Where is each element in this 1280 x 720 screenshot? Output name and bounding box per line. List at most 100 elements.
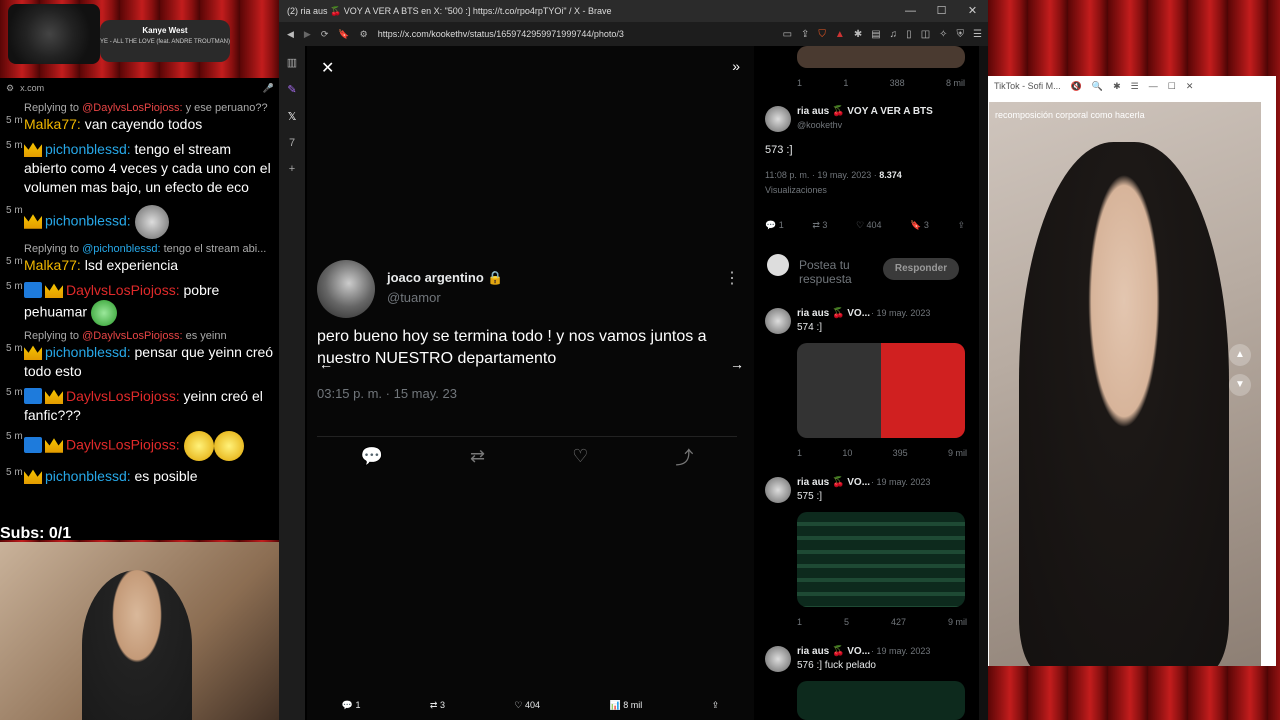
tiktok-video[interactable]: recomposición corporal como hacerla ▲ ▼ xyxy=(989,102,1261,666)
panel-icon[interactable]: ▥ xyxy=(287,56,297,69)
crown-icon xyxy=(45,389,63,404)
back-icon[interactable]: ◀ xyxy=(287,29,294,40)
window-title: (2) ria aus 🍒 VOY A VER A BTS en X: "500… xyxy=(287,5,612,16)
minimize-icon[interactable]: — xyxy=(895,0,926,22)
maximize-icon[interactable]: ☐ xyxy=(926,0,957,22)
reply-context: Replying to @DaylvsLosPiojoss: es yeinn xyxy=(24,330,227,342)
settings-icon[interactable]: ⚙ xyxy=(6,83,14,94)
post-date: · 19 may. 2023 xyxy=(871,477,931,487)
share-icon[interactable]: ⇪ xyxy=(801,29,809,40)
forward-icon[interactable]: ▶ xyxy=(304,29,311,40)
site-settings-icon[interactable]: ⚙ xyxy=(360,29,368,40)
like-button[interactable]: ♡ 404 xyxy=(856,220,882,231)
extension-icon[interactable]: ✱ xyxy=(1113,81,1121,92)
bookmark-icon[interactable]: 🔖 xyxy=(338,29,349,40)
chat-message: 5 m DaylvsLosPiojoss: yeinn creó el fanfi… xyxy=(6,387,263,424)
photo-stats-bar: 💬 1 ⇄ 3 ♡ 404 📊 8 mil ⇪ xyxy=(307,690,754,720)
chat-message: 5 m Malka77: lsd experiencia xyxy=(6,256,179,274)
media-thumbnail[interactable] xyxy=(797,512,965,607)
post-stats: 1 1 388 8 mil xyxy=(797,78,965,88)
menu-icon[interactable]: ☰ xyxy=(1131,81,1139,92)
tweet-actions: 💬 ⇄ ♡ ⤴ xyxy=(317,436,737,476)
lock-icon: 🔒 xyxy=(487,270,504,285)
media-thumbnail[interactable] xyxy=(797,46,965,68)
chat-url-bar: ⚙ x.com 🎤 xyxy=(6,78,274,98)
ai-icon[interactable]: ✧ xyxy=(939,29,947,40)
previous-photo-icon[interactable]: ← xyxy=(319,356,333,372)
prime-icon xyxy=(24,436,42,453)
7tv-icon[interactable]: 7 xyxy=(289,137,295,149)
crown-icon xyxy=(45,438,63,453)
retweet-button[interactable]: ⇄ 3 xyxy=(430,700,445,711)
expand-icon[interactable]: » xyxy=(732,58,740,74)
post-text: 573 :] xyxy=(765,144,793,156)
more-icon: ⋮ xyxy=(724,270,740,287)
author-handle: @kookethv xyxy=(797,120,843,130)
emote-icon xyxy=(134,205,169,239)
display-name: joaco argentino 🔒 xyxy=(387,270,504,285)
chat-username: pichonblessd: xyxy=(45,344,131,360)
media-thumbnail[interactable] xyxy=(797,343,965,438)
chat-username: Malka77: xyxy=(24,116,81,132)
bookmark-button[interactable]: 🔖 3 xyxy=(910,220,929,231)
post-stats: 1 10 395 9 mil xyxy=(797,448,967,458)
chat-message: 5 m Malka77: van cayendo todos xyxy=(6,115,203,133)
reply-button[interactable]: 💬 1 xyxy=(765,220,784,231)
wallet-icon[interactable]: ◫ xyxy=(921,29,930,40)
mute-icon[interactable]: 🔇 xyxy=(1071,81,1082,92)
share-button[interactable]: ⇪ xyxy=(957,220,965,231)
cast-icon[interactable]: ▭ xyxy=(783,29,792,40)
like-button[interactable]: ♡ 404 xyxy=(514,700,540,711)
media-thumbnail[interactable] xyxy=(797,681,965,720)
emote-icon xyxy=(213,431,244,461)
tiktok-search[interactable]: recomposición corporal como hacerla xyxy=(995,110,1205,128)
extensions-icon[interactable]: ✱ xyxy=(854,29,862,40)
reply-input[interactable]: Postea tu respuesta xyxy=(799,258,879,286)
thread-post: ria aus 🍒 VO... · 19 may. 2023 575 :] xyxy=(765,477,969,507)
leo-icon[interactable]: ✎ xyxy=(287,83,296,96)
close-icon[interactable]: ✕ xyxy=(1186,81,1194,92)
title-bar: (2) ria aus 🍒 VOY A VER A BTS en X: "500… xyxy=(279,0,988,22)
author-name: ria aus 🍒 VOY A VER A BTS xyxy=(797,106,933,117)
retweet-icon: ⇄ xyxy=(470,446,486,466)
subs-counter: Subs: 0/1 xyxy=(0,525,72,542)
minimize-icon[interactable]: — xyxy=(1149,81,1158,91)
url-field[interactable]: https://x.com/kookethv/status/1659742959… xyxy=(378,29,624,39)
chat-message: 5 m DaylvsLosPiojoss: xyxy=(6,431,274,461)
sidebar-icon[interactable]: ▯ xyxy=(906,29,912,40)
retweet-button[interactable]: ⇄ 3 xyxy=(812,220,827,231)
reply-context: Replying to @pichonblessd: tengo el stre… xyxy=(24,243,267,255)
media-icon[interactable]: ♫ xyxy=(890,29,898,40)
chat-url: x.com xyxy=(20,83,45,93)
next-video-icon[interactable]: ▼ xyxy=(1229,374,1251,396)
tabs-icon[interactable]: ▤ xyxy=(871,29,880,40)
close-icon[interactable]: ✕ xyxy=(957,0,988,22)
tweet-text: pero bueno hoy se termina todo ! y nos v… xyxy=(317,328,707,367)
views-button[interactable]: 📊 8 mil xyxy=(609,700,642,711)
maximize-icon[interactable]: ☐ xyxy=(1168,81,1176,92)
next-photo-icon[interactable]: → xyxy=(730,356,744,372)
reply-submit-button[interactable]: Responder xyxy=(883,258,959,280)
x-icon[interactable]: 𝕏 xyxy=(288,110,297,123)
share-button[interactable]: ⇪ xyxy=(712,700,720,711)
album-art xyxy=(8,4,100,64)
song-title: YE - ALL THE LOVE (feat. ANDRE TROUTMAN) xyxy=(100,39,230,45)
menu-icon[interactable]: ☰ xyxy=(973,29,982,40)
prev-video-icon[interactable]: ▲ xyxy=(1229,344,1251,366)
stream-chat: ⚙ x.com 🎤 Replying to @DaylvsLosPiojoss:… xyxy=(0,78,280,540)
scrollbar[interactable] xyxy=(979,46,988,720)
brave-shield-icon[interactable]: ⛉ xyxy=(818,29,826,40)
close-viewer-icon[interactable]: ✕ xyxy=(321,58,334,78)
add-icon[interactable]: + xyxy=(289,163,295,175)
post-text: 575 :] xyxy=(797,491,823,502)
chat-username: pichonblessd: xyxy=(45,468,131,484)
author-name: ria aus 🍒 VO... xyxy=(797,308,871,319)
vpn-icon[interactable]: ⛨ xyxy=(957,29,965,40)
avatar xyxy=(765,106,791,132)
reload-icon[interactable]: ⟳ xyxy=(321,29,329,40)
share-icon: ⤴ xyxy=(675,447,694,468)
rewards-icon[interactable]: ▲ xyxy=(835,29,845,40)
zoom-icon[interactable]: 🔍 xyxy=(1092,81,1103,92)
reply-button[interactable]: 💬 1 xyxy=(342,700,361,711)
mic-icon[interactable]: 🎤 xyxy=(263,83,274,94)
